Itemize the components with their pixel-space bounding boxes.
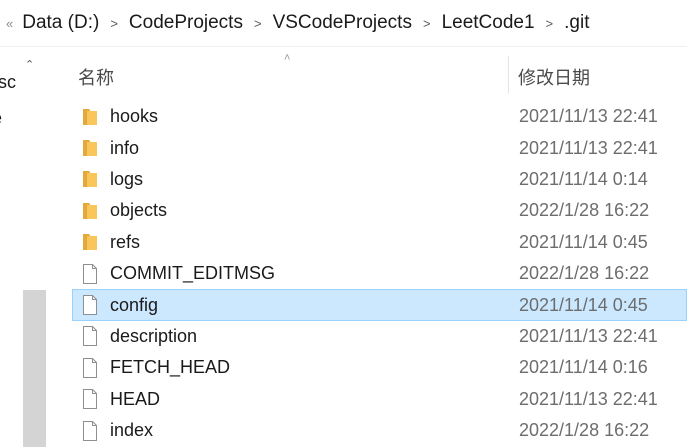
file-list: hooks 2021/11/13 22:41 info 2021/11/13 22:… — [72, 101, 687, 446]
column-header-date-modified[interactable]: 修改日期 — [518, 64, 590, 90]
nav-scrollbar-thumb[interactable] — [23, 290, 46, 447]
file-date-modified: 2021/11/13 22:41 — [519, 106, 658, 127]
file-date-modified: 2021/11/14 0:14 — [519, 168, 648, 189]
file-name[interactable]: objects — [110, 200, 510, 221]
file-name[interactable]: hooks — [110, 106, 510, 127]
file-icon — [81, 294, 99, 316]
file-list-row[interactable]: logs 2021/11/14 0:14 — [72, 164, 687, 195]
file-list-row[interactable]: index 2022/1/28 16:22 — [72, 415, 687, 446]
breadcrumb-item-drive[interactable]: Data (D:) — [20, 12, 101, 34]
file-icon — [83, 420, 97, 441]
chevron-right-icon[interactable]: > — [254, 16, 262, 31]
file-list-row[interactable]: HEAD 2021/11/13 22:41 — [72, 384, 687, 415]
file-name[interactable]: info — [110, 138, 510, 159]
file-list-row[interactable]: FETCH_HEAD 2021/11/14 0:16 — [72, 352, 687, 383]
file-name[interactable]: config — [110, 295, 510, 316]
file-icon — [83, 295, 97, 316]
breadcrumb-item-codeprojects[interactable]: CodeProjects — [127, 12, 245, 34]
breadcrumb-item-vscodeprojects[interactable]: VSCodeProjects — [271, 12, 414, 34]
folder-icon — [81, 168, 99, 190]
column-header: ˄ 名称 修改日期 — [46, 52, 687, 94]
address-bar[interactable]: « Data (D:) > CodeProjects > VSCodeProje… — [0, 0, 687, 46]
file-list-row[interactable]: config 2021/11/14 0:45 — [72, 289, 687, 321]
file-date-modified: 2022/1/28 16:22 — [519, 200, 650, 221]
file-date-modified: 2021/11/13 22:41 — [519, 325, 658, 346]
chevron-right-icon[interactable]: > — [110, 16, 118, 31]
column-header-name[interactable]: 名称 — [78, 64, 114, 90]
nav-item-partial[interactable]: rsc — [0, 72, 16, 93]
file-name[interactable]: FETCH_HEAD — [110, 357, 510, 378]
file-date-modified: 2022/1/28 16:22 — [519, 420, 650, 441]
folder-icon — [81, 106, 99, 128]
file-name[interactable]: HEAD — [110, 389, 510, 410]
folder-icon — [81, 200, 99, 222]
file-icon — [83, 263, 97, 284]
file-date-modified: 2021/11/14 0:45 — [519, 231, 648, 252]
file-name[interactable]: COMMIT_EDITMSG — [110, 263, 510, 284]
file-name[interactable]: logs — [110, 169, 510, 190]
file-icon — [83, 357, 97, 378]
file-date-modified: 2021/11/13 22:41 — [519, 137, 658, 158]
file-list-row[interactable]: objects 2022/1/28 16:22 — [72, 195, 687, 226]
folder-icon — [83, 202, 97, 219]
folder-icon — [81, 137, 99, 159]
file-name[interactable]: index — [110, 420, 510, 441]
file-list-row[interactable]: description 2021/11/13 22:41 — [72, 321, 687, 352]
file-icon — [81, 388, 99, 410]
file-name[interactable]: refs — [110, 232, 510, 253]
navigation-pane[interactable]: rsc e ⌃ — [0, 52, 46, 447]
file-icon — [81, 357, 99, 379]
file-icon — [83, 326, 97, 347]
file-name[interactable]: description — [110, 326, 510, 347]
folder-icon — [83, 108, 97, 125]
file-icon — [81, 420, 99, 442]
divider — [0, 46, 687, 47]
file-date-modified: 2021/11/14 0:45 — [519, 294, 648, 315]
breadcrumb-item-leetcode1[interactable]: LeetCode1 — [440, 12, 537, 34]
file-icon — [83, 389, 97, 410]
breadcrumb-overflow-icon[interactable]: « — [6, 16, 13, 31]
nav-item-partial[interactable]: e — [0, 108, 2, 129]
file-icon — [81, 325, 99, 347]
chevron-right-icon[interactable]: > — [546, 16, 554, 31]
folder-icon — [81, 231, 99, 253]
chevron-right-icon[interactable]: > — [423, 16, 431, 31]
folder-icon — [83, 140, 97, 157]
breadcrumb-item-git[interactable]: .git — [562, 12, 591, 34]
file-date-modified: 2021/11/13 22:41 — [519, 388, 658, 409]
file-list-row[interactable]: info 2021/11/13 22:41 — [72, 132, 687, 163]
file-date-modified: 2022/1/28 16:22 — [519, 263, 650, 284]
column-divider[interactable] — [508, 56, 509, 94]
file-list-row[interactable]: refs 2021/11/14 0:45 — [72, 227, 687, 258]
scroll-up-arrow-icon[interactable]: ⌃ — [25, 58, 34, 71]
file-list-row[interactable]: hooks 2021/11/13 22:41 — [72, 101, 687, 132]
file-icon — [81, 263, 99, 285]
sort-ascending-icon: ˄ — [284, 52, 291, 64]
folder-icon — [83, 171, 97, 188]
file-date-modified: 2021/11/14 0:16 — [519, 357, 648, 378]
folder-icon — [83, 234, 97, 251]
file-list-row[interactable]: COMMIT_EDITMSG 2022/1/28 16:22 — [72, 258, 687, 289]
